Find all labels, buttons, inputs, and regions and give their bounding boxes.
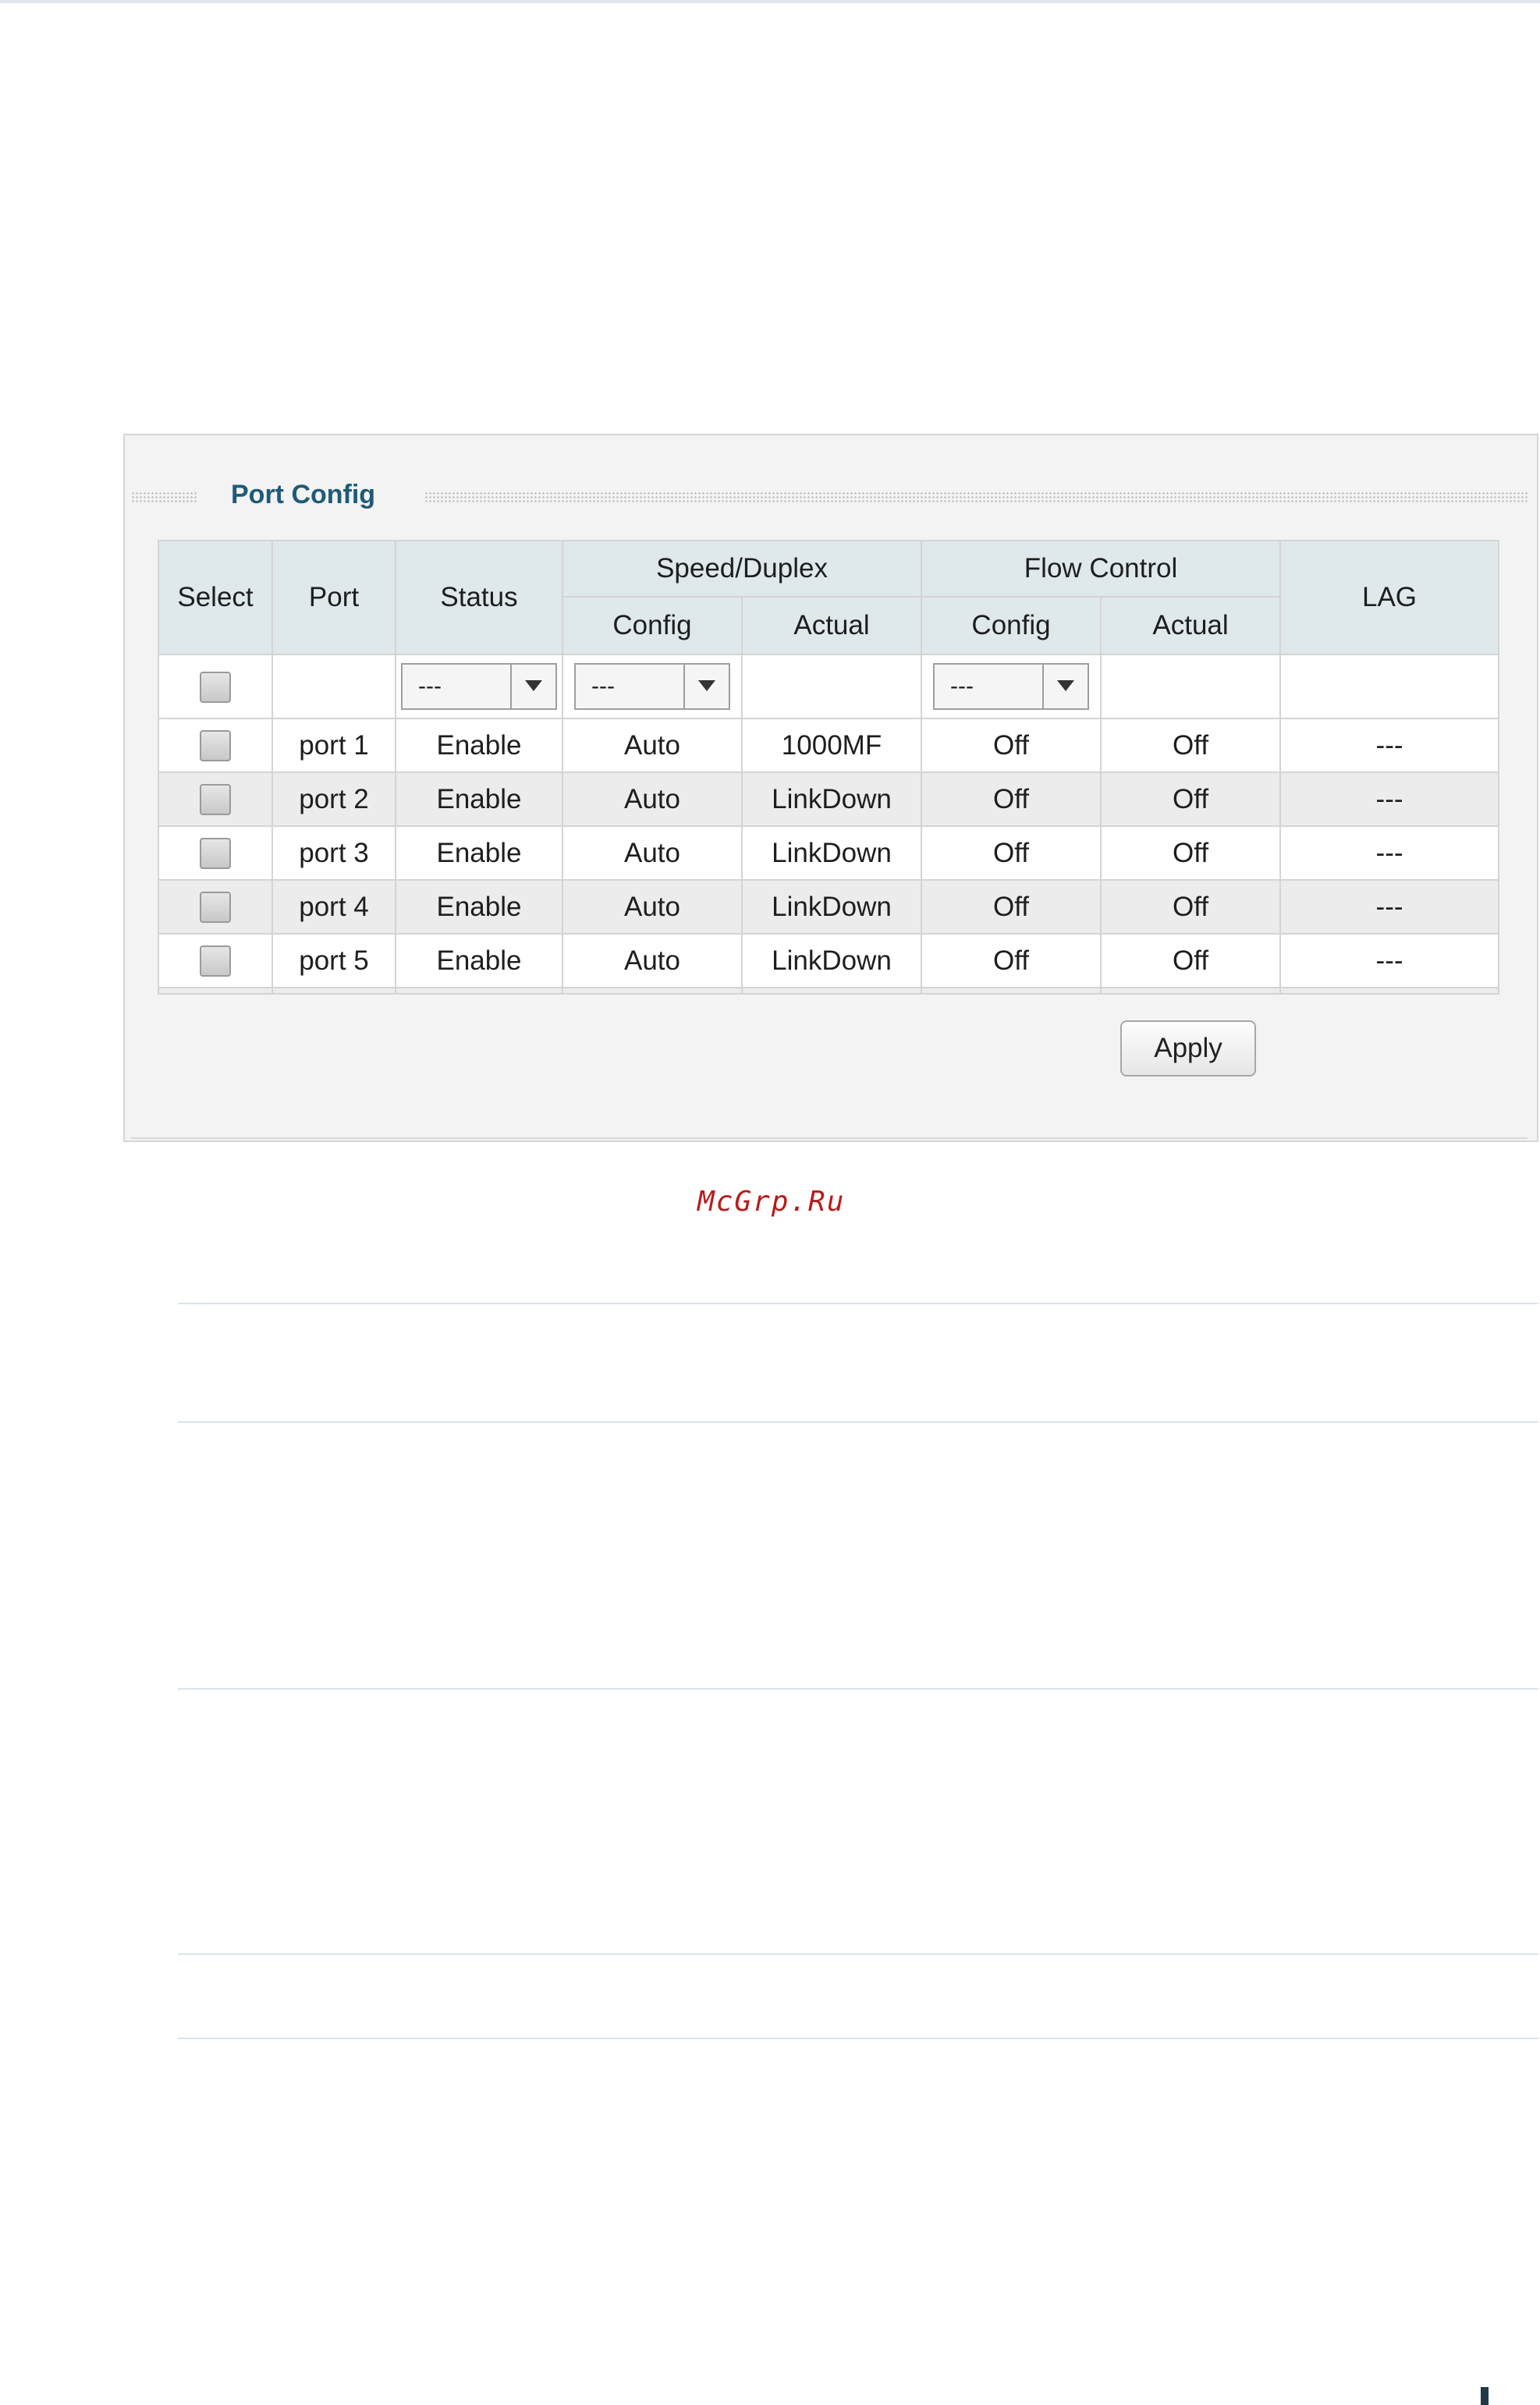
- apply-button[interactable]: Apply: [1120, 1020, 1256, 1077]
- header-select: Select: [158, 541, 272, 654]
- chevron-down-icon: [1057, 680, 1074, 691]
- flow-control-select[interactable]: ---: [933, 663, 1089, 710]
- flow-select-value: ---: [950, 674, 974, 699]
- cell-speed-actual: LinkDown: [742, 934, 921, 988]
- cell-port: port 4: [272, 880, 396, 934]
- status-select-toggle[interactable]: [510, 665, 555, 708]
- table-row[interactable]: port 2 Enable Auto LinkDown Off Off ---: [158, 772, 1499, 826]
- cell-flow-actual: Off: [1101, 826, 1280, 880]
- divider-line: [178, 1688, 1538, 1690]
- row-select-cell: [158, 934, 272, 988]
- title-decoration-left: [131, 491, 198, 502]
- panel-title-row: Port Config: [131, 479, 1528, 510]
- cell-status: Enable: [396, 880, 562, 934]
- cell-port: port 3: [272, 826, 396, 880]
- status-select-value: ---: [418, 674, 442, 699]
- row-checkbox[interactable]: [200, 730, 231, 761]
- speed-select-toggle[interactable]: [683, 665, 729, 708]
- cell-lag: ---: [1280, 934, 1499, 988]
- row-checkbox[interactable]: [200, 784, 231, 815]
- watermark-text: McGrp.Ru: [697, 1186, 845, 1218]
- cell-speed-config: Auto: [562, 718, 742, 772]
- cell-speed-config: Auto: [562, 880, 742, 934]
- speed-duplex-select[interactable]: ---: [574, 663, 730, 710]
- panel-bottom-divider: [131, 1137, 1528, 1139]
- cell-status: Enable: [396, 934, 562, 988]
- chevron-down-icon: [698, 680, 715, 691]
- cell-speed-config: Auto: [562, 934, 742, 988]
- filter-flow-actual-cell: [1101, 654, 1280, 718]
- cell-speed-actual: LinkDown: [742, 880, 921, 934]
- header-lag: LAG: [1280, 541, 1499, 654]
- status-select[interactable]: ---: [401, 663, 557, 710]
- table-row[interactable]: port 5 Enable Auto LinkDown Off Off ---: [158, 934, 1499, 988]
- cell-speed-config: Auto: [562, 826, 742, 880]
- title-decoration-right: [424, 491, 1528, 502]
- cell-lag: ---: [1280, 718, 1499, 772]
- filter-flow-cell: ---: [921, 654, 1101, 718]
- flow-select-toggle[interactable]: [1042, 665, 1088, 708]
- cell-flow-actual: Off: [1101, 880, 1280, 934]
- cell-status: Enable: [396, 718, 562, 772]
- cell-flow-actual: Off: [1101, 934, 1280, 988]
- cell-flow-actual: Off: [1101, 718, 1280, 772]
- cell-flow-config: Off: [921, 718, 1101, 772]
- filter-row: --- --- ---: [158, 654, 1499, 718]
- speed-select-value: ---: [591, 674, 615, 699]
- panel-title: Port Config: [231, 479, 375, 510]
- table-row[interactable]: port 1 Enable Auto 1000MF Off Off ---: [158, 718, 1499, 772]
- cell-flow-actual: Off: [1101, 772, 1280, 826]
- cell-speed-actual: 1000MF: [742, 718, 921, 772]
- port-config-panel: Port Config Select Port Status Speed/Dup…: [123, 434, 1538, 1142]
- cell-flow-config: Off: [921, 880, 1101, 934]
- table-row[interactable]: port 3 Enable Auto LinkDown Off Off ---: [158, 826, 1499, 880]
- chevron-down-icon: [525, 680, 542, 691]
- cell-lag: ---: [1280, 880, 1499, 934]
- cell-lag: ---: [1280, 826, 1499, 880]
- cell-speed-config: Auto: [562, 772, 742, 826]
- top-rule: [0, 0, 1540, 3]
- row-checkbox[interactable]: [200, 892, 231, 923]
- filter-port-cell: [272, 654, 396, 718]
- header-speed-actual: Actual: [742, 597, 921, 654]
- divider-line: [178, 1953, 1538, 1955]
- page-corner-mark: [1481, 2387, 1489, 2405]
- filter-speed-actual-cell: [742, 654, 921, 718]
- header-flow-actual: Actual: [1101, 597, 1280, 654]
- cell-flow-config: Off: [921, 934, 1101, 988]
- row-select-cell: [158, 880, 272, 934]
- cell-speed-actual: LinkDown: [742, 772, 921, 826]
- cell-port: port 1: [272, 718, 396, 772]
- divider-line: [178, 1303, 1538, 1304]
- select-all-checkbox[interactable]: [200, 672, 231, 703]
- row-select-cell: [158, 718, 272, 772]
- cell-speed-actual: LinkDown: [742, 826, 921, 880]
- header-speed-duplex: Speed/Duplex: [562, 541, 921, 597]
- filter-speed-cell: ---: [562, 654, 742, 718]
- row-select-cell: [158, 772, 272, 826]
- filter-lag-cell: [1280, 654, 1499, 718]
- row-checkbox[interactable]: [200, 838, 231, 869]
- header-flow-control: Flow Control: [921, 541, 1280, 597]
- cell-port: port 5: [272, 934, 396, 988]
- cell-status: Enable: [396, 772, 562, 826]
- divider-line: [178, 2038, 1538, 2039]
- port-config-table: Select Port Status Speed/Duplex Flow Con…: [158, 540, 1499, 995]
- header-status: Status: [396, 541, 562, 654]
- header-port: Port: [272, 541, 396, 654]
- cell-flow-config: Off: [921, 826, 1101, 880]
- select-all-cell: [158, 654, 272, 718]
- table-row[interactable]: port 4 Enable Auto LinkDown Off Off ---: [158, 880, 1499, 934]
- cell-lag: ---: [1280, 772, 1499, 826]
- header-speed-config: Config: [562, 597, 742, 654]
- table-scroll-padding: [158, 988, 1499, 994]
- row-select-cell: [158, 826, 272, 880]
- filter-status-cell: ---: [396, 654, 562, 718]
- cell-flow-config: Off: [921, 772, 1101, 826]
- cell-port: port 2: [272, 772, 396, 826]
- header-flow-config: Config: [921, 597, 1101, 654]
- row-checkbox[interactable]: [200, 945, 231, 977]
- divider-line: [178, 1421, 1538, 1423]
- cell-status: Enable: [396, 826, 562, 880]
